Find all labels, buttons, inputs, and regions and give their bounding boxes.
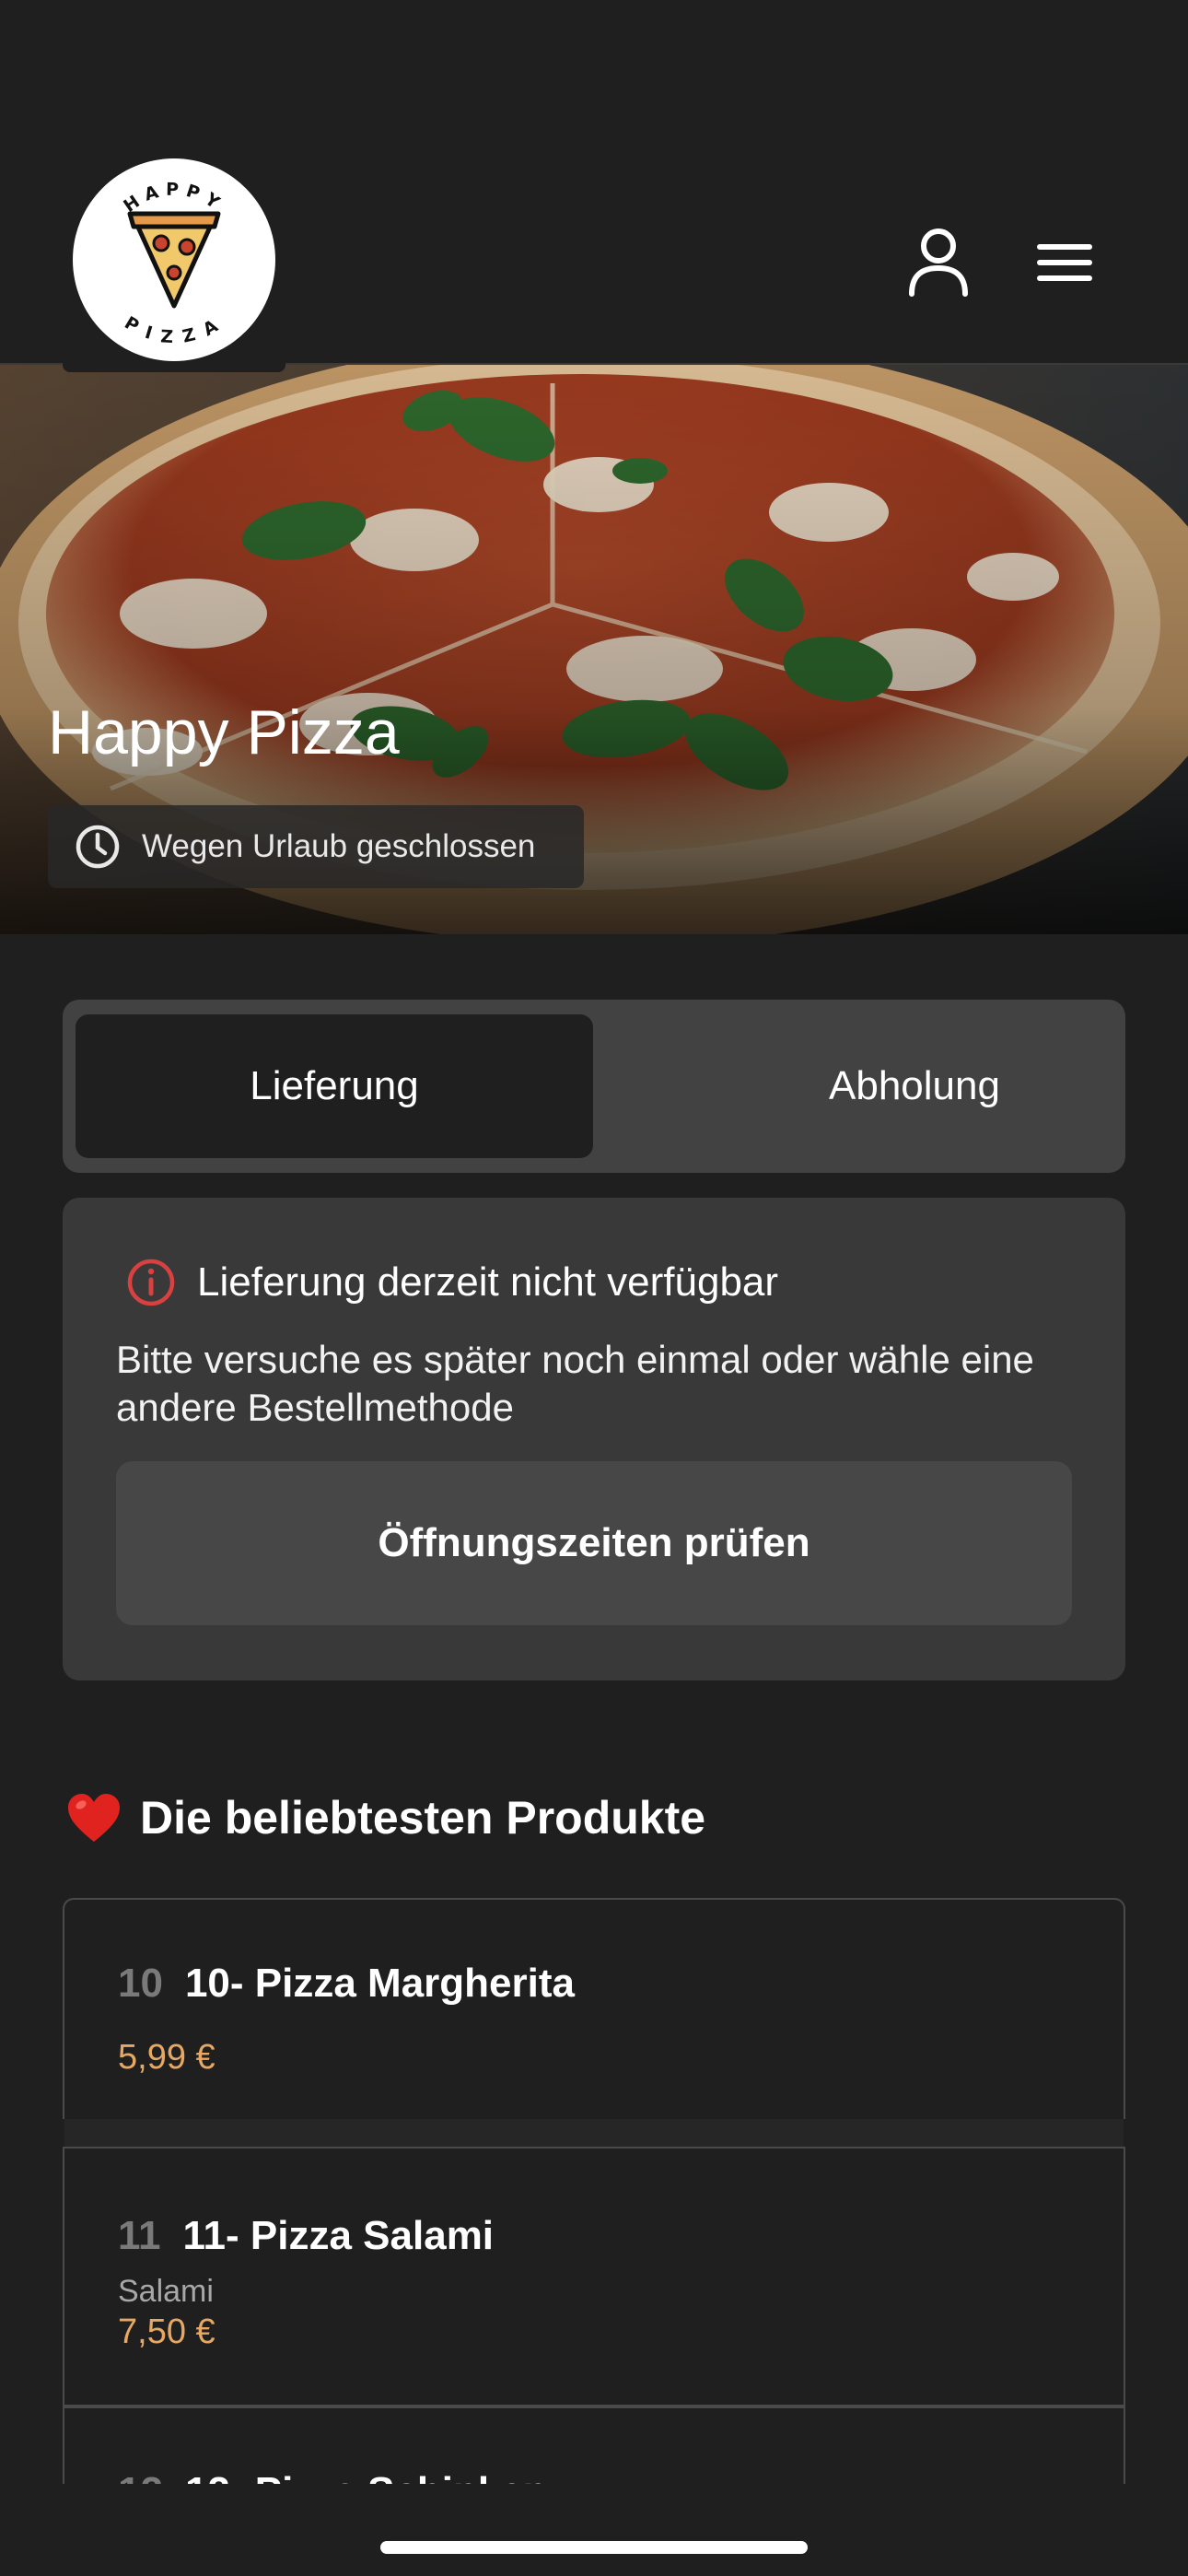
product-price: 5,99 € — [118, 2038, 215, 2077]
heart-icon — [68, 1794, 120, 1842]
product-number: 11 — [118, 2213, 161, 2258]
product-number: 10 — [118, 1961, 163, 2006]
tab-delivery[interactable]: Lieferung — [76, 1014, 593, 1158]
alert-circle-icon — [127, 1259, 175, 1306]
app-header: HAPPY PIZZA — [0, 0, 1188, 372]
notice-header: Lieferung derzeit nicht verfügbar — [125, 1257, 778, 1308]
status-text: Wegen Urlaub geschlossen — [142, 828, 536, 864]
product-card[interactable]: 11 11- Pizza Salami Salami 7,50 € — [63, 2147, 1125, 2406]
product-card[interactable]: 10 10- Pizza Margherita 5,99 € — [63, 1898, 1125, 2119]
product-name: 10- Pizza Margherita — [184, 1961, 575, 2006]
product-list: 10 10- Pizza Margherita 5,99 € 11 11- Pi… — [63, 1898, 1125, 2484]
order-mode-toggle: Lieferung Abholung — [63, 1000, 1125, 1173]
section-title: Die beliebtesten Produkte — [140, 1792, 706, 1844]
product-card[interactable]: 12 12- Pizza Schinken — [63, 2406, 1125, 2484]
product-description: Salami — [118, 2274, 214, 2309]
logo-container[interactable]: HAPPY PIZZA — [63, 147, 285, 372]
restaurant-name: Happy Pizza — [48, 697, 400, 767]
product-name: 12- Pizza Schinken — [185, 2469, 548, 2484]
status-badge: Wegen Urlaub geschlossen — [48, 805, 584, 888]
product-name: 11- Pizza Salami — [182, 2213, 495, 2258]
notice-title: Lieferung derzeit nicht verfügbar — [197, 1259, 779, 1305]
delivery-unavailable-card: Lieferung derzeit nicht verfügbar Bitte … — [63, 1198, 1125, 1680]
home-indicator[interactable] — [380, 2541, 808, 2554]
check-opening-hours-button[interactable]: Öffnungszeiten prüfen — [116, 1461, 1072, 1625]
menu-button[interactable] — [1022, 221, 1105, 304]
notice-text: Bitte versuche es später noch einmal ode… — [116, 1338, 1034, 1429]
tab-pickup[interactable]: Abholung — [656, 1014, 1173, 1158]
product-number: 12 — [118, 2469, 163, 2484]
divider — [63, 2119, 1125, 2147]
account-button[interactable] — [897, 221, 980, 304]
user-icon — [909, 228, 968, 297]
product-price: 7,50 € — [118, 2313, 215, 2351]
popular-products-heading: Die beliebtesten Produkte — [66, 1791, 705, 1844]
svg-text:PIZZA: PIZZA — [121, 312, 227, 347]
clock-icon — [76, 825, 120, 869]
menu-icon — [1037, 244, 1092, 281]
happy-pizza-logo[interactable]: HAPPY PIZZA — [73, 158, 275, 361]
svg-text:HAPPY: HAPPY — [120, 180, 228, 217]
